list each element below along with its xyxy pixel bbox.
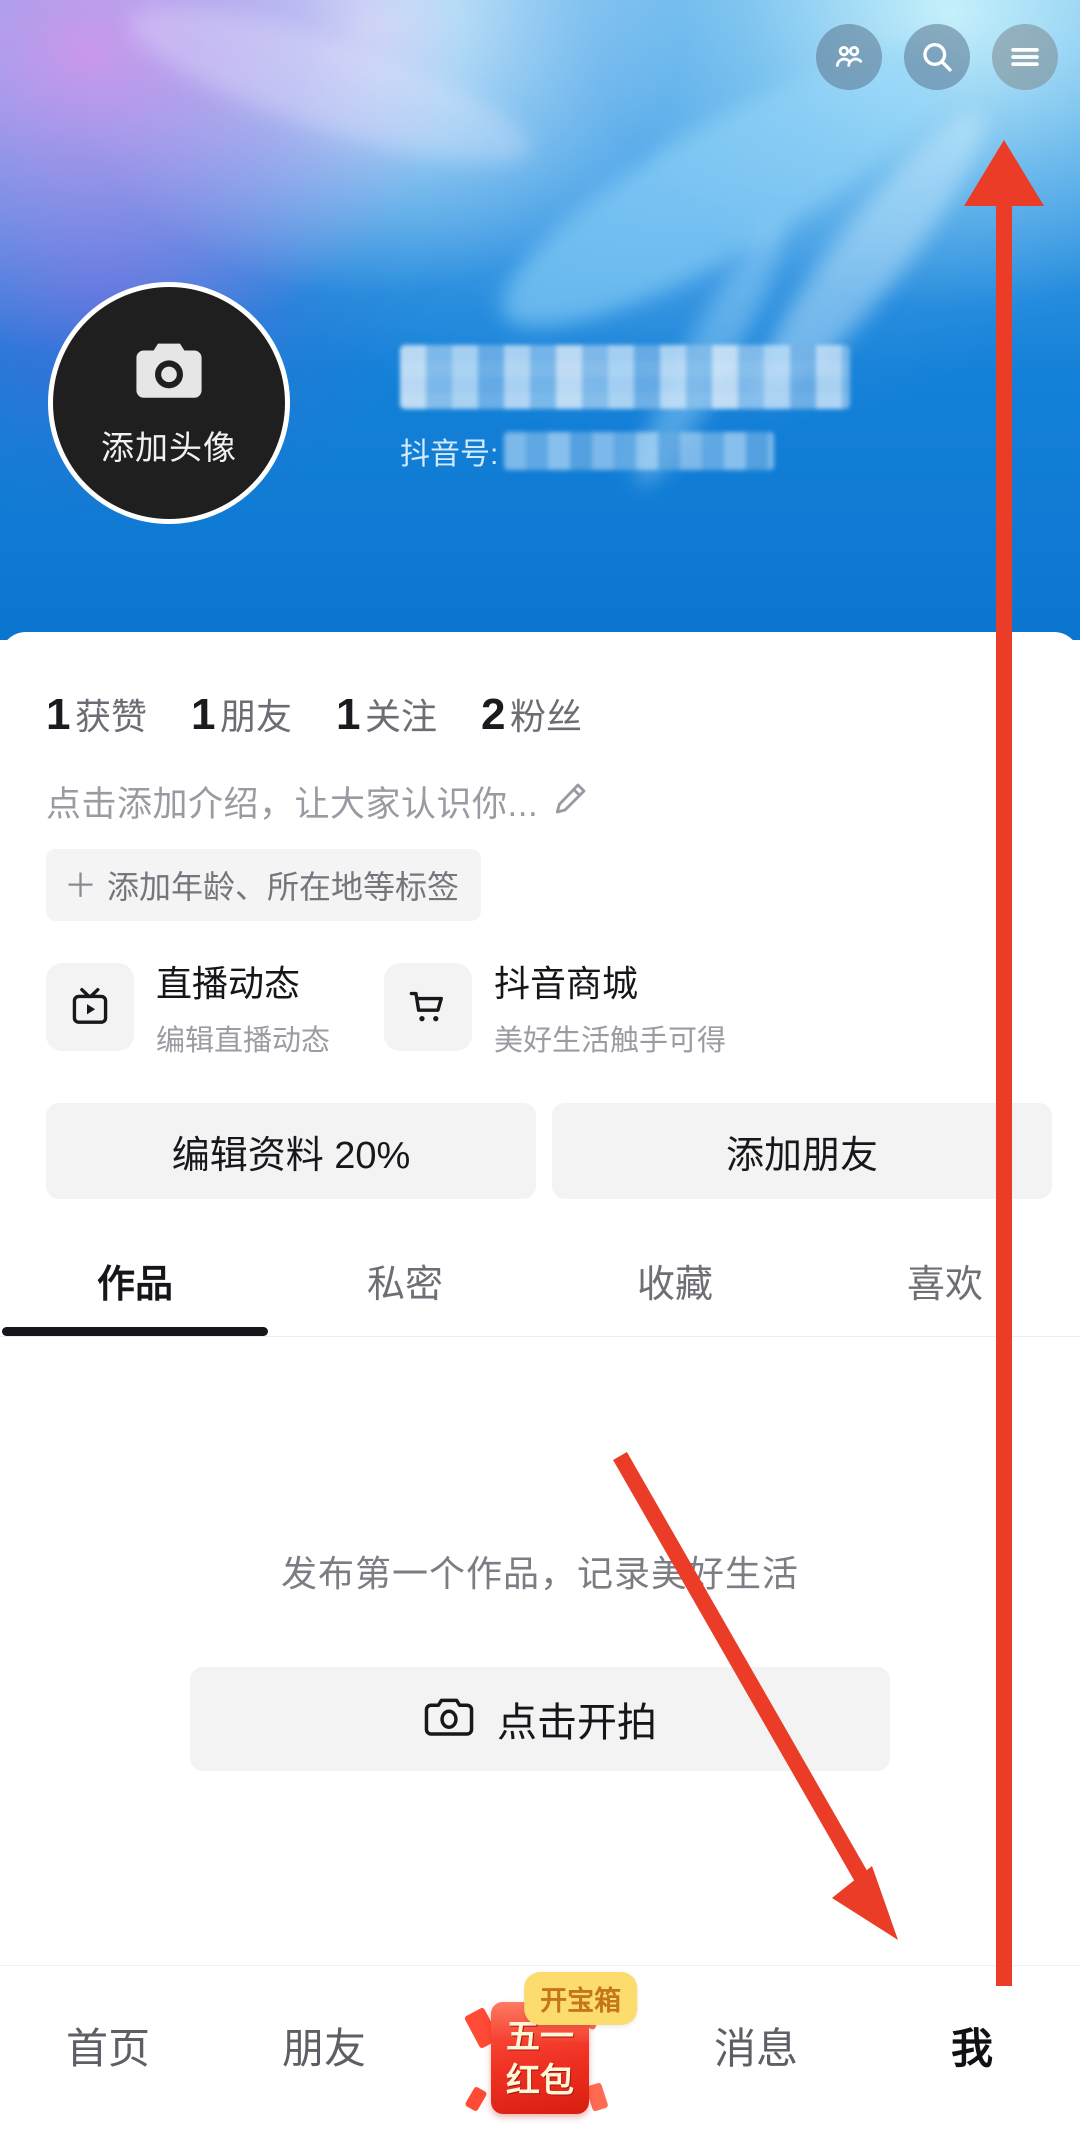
stat-label: 关注 bbox=[364, 696, 437, 737]
tab-likes[interactable]: 喜欢 bbox=[810, 1253, 1080, 1336]
nav-item-messages[interactable]: 消息 bbox=[648, 2015, 864, 2076]
tab-private[interactable]: 私密 bbox=[270, 1253, 540, 1336]
username-masked[interactable] bbox=[400, 345, 850, 409]
treasure-box-badge[interactable]: 开宝箱 bbox=[524, 1971, 638, 2025]
douyin-id-label: 抖音号: bbox=[400, 438, 499, 471]
nav-item-home[interactable]: 首页 bbox=[0, 2015, 216, 2076]
avatar-label: 添加头像 bbox=[101, 428, 237, 466]
add-friend-button[interactable]: 添加朋友 bbox=[552, 1103, 1052, 1199]
stat-following[interactable]: 1 关注 bbox=[336, 688, 437, 740]
cover-streak bbox=[116, 0, 544, 193]
douyin-id-masked bbox=[504, 432, 775, 470]
add-tags-label: 添加年龄、所在地等标签 bbox=[107, 869, 460, 905]
feature-card-title: 抖音商城 bbox=[494, 963, 639, 1004]
empty-state-text: 发布第一个作品，记录美好生活 bbox=[280, 1553, 799, 1594]
pencil-icon bbox=[550, 779, 590, 824]
edit-profile-button[interactable]: 编辑资料 20% bbox=[46, 1103, 536, 1199]
hamburger-menu-icon bbox=[1006, 38, 1044, 76]
hamburger-menu-button[interactable] bbox=[992, 24, 1058, 90]
shoot-button-label: 点击开拍 bbox=[497, 1701, 657, 1745]
search-button[interactable] bbox=[904, 24, 970, 90]
stat-value: 1 bbox=[46, 690, 70, 739]
redpacket-spark bbox=[464, 2085, 488, 2112]
nav-item-friends[interactable]: 朋友 bbox=[216, 2015, 432, 2076]
douyin-id-row[interactable]: 抖音号: bbox=[400, 429, 850, 473]
profile-identity: 抖音号: bbox=[400, 345, 850, 473]
empty-state: 发布第一个作品，记录美好生活 点击开拍 bbox=[0, 1337, 1080, 1771]
friends-button[interactable] bbox=[816, 24, 882, 90]
feature-card-mall[interactable]: 抖音商城 美好生活触手可得 bbox=[384, 955, 726, 1059]
bio-placeholder: 点击添加介绍，让大家认识你... bbox=[46, 785, 539, 824]
feature-card-subtitle: 编辑直播动态 bbox=[156, 1025, 331, 1057]
search-icon bbox=[918, 38, 956, 76]
tab-favorites[interactable]: 收藏 bbox=[540, 1253, 810, 1336]
content-tabs: 作品 私密 收藏 喜欢 bbox=[0, 1253, 1080, 1336]
header-action-bar bbox=[816, 24, 1058, 90]
feature-card-live[interactable]: 直播动态 编辑直播动态 bbox=[46, 955, 330, 1059]
nav-item-redpacket[interactable]: 五一 红包 开宝箱 bbox=[432, 1966, 648, 2126]
shoot-button[interactable]: 点击开拍 bbox=[190, 1667, 890, 1771]
feature-cards-row: 直播动态 编辑直播动态 抖音商城 美好生活触手可得 bbox=[0, 921, 1080, 1059]
add-tags-chip[interactable]: ＋ 添加年龄、所在地等标签 bbox=[46, 849, 482, 921]
stat-value: 1 bbox=[191, 690, 215, 739]
shopping-cart-icon bbox=[384, 963, 473, 1051]
stat-value: 2 bbox=[481, 690, 505, 739]
stat-label: 朋友 bbox=[219, 696, 292, 737]
tab-works[interactable]: 作品 bbox=[0, 1253, 270, 1336]
live-tv-icon bbox=[46, 963, 134, 1051]
feature-card-title: 直播动态 bbox=[156, 963, 301, 1004]
stat-label: 获赞 bbox=[74, 696, 147, 737]
bio-row[interactable]: 点击添加介绍，让大家认识你... bbox=[0, 740, 1080, 827]
camera-icon bbox=[130, 338, 208, 413]
stat-followers[interactable]: 2 粉丝 bbox=[481, 688, 582, 740]
stat-likes[interactable]: 1 获赞 bbox=[46, 688, 147, 740]
profile-actions-row: 编辑资料 20% 添加朋友 bbox=[0, 1059, 1080, 1199]
redpacket-text-top: 五一 bbox=[506, 2017, 574, 2056]
nav-item-me[interactable]: 我 bbox=[864, 2015, 1080, 2076]
stat-friends[interactable]: 1 朋友 bbox=[191, 688, 292, 740]
camera-icon bbox=[423, 1693, 475, 1746]
redpacket-text-bottom: 红包 bbox=[506, 2061, 574, 2100]
profile-content-sheet: 1 获赞 1 朋友 1 关注 2 粉丝 点击添加介绍，让大家认识你... ＋ 添… bbox=[0, 632, 1080, 1965]
plus-icon: ＋ bbox=[64, 866, 97, 904]
bottom-navigation-bar: 首页 朋友 五一 红包 开宝箱 消息 我 bbox=[0, 1965, 1080, 2125]
avatar-add-button[interactable]: 添加头像 bbox=[48, 282, 290, 524]
profile-stats-row: 1 获赞 1 朋友 1 关注 2 粉丝 bbox=[0, 632, 1080, 740]
friends-icon bbox=[831, 39, 867, 75]
stat-value: 1 bbox=[336, 690, 360, 739]
stat-label: 粉丝 bbox=[509, 696, 582, 737]
feature-card-subtitle: 美好生活触手可得 bbox=[494, 1025, 727, 1057]
